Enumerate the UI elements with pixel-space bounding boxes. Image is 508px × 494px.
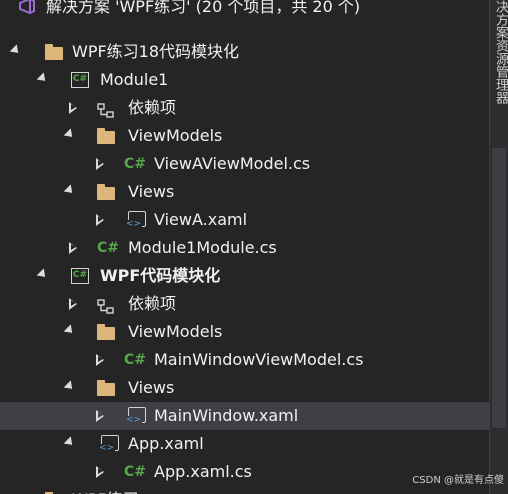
tree-item-label: App.xaml.cs [154, 462, 252, 481]
solution-explorer-side-tab[interactable]: 决方案资源管理器 [489, 0, 508, 494]
scrollbar[interactable] [492, 148, 506, 428]
tree-item-label: ViewModels [128, 322, 223, 341]
file-node-cs[interactable]: C# Module1Module.cs [0, 234, 490, 262]
side-tab-label: 决方案资源管理器 [493, 0, 508, 104]
xaml-file-icon [125, 407, 146, 425]
tree-item-label: Views [128, 378, 175, 397]
csproj-icon: C# [71, 72, 89, 88]
tree-item-label: ViewAViewModel.cs [154, 154, 311, 173]
tree-item-label: Module1 [100, 70, 169, 89]
collapse-arrow-icon[interactable] [62, 122, 76, 150]
collapse-arrow-icon[interactable] [62, 178, 76, 206]
collapse-arrow-icon[interactable] [35, 262, 49, 290]
csharp-file-icon: C# [124, 464, 147, 480]
tree-item-label: MainWindow.xaml [154, 406, 299, 425]
folder-node-viewmodels[interactable]: ViewModels [0, 318, 490, 346]
xaml-file-icon [125, 211, 146, 229]
xaml-file-icon [98, 435, 119, 453]
project-node-wpf[interactable]: WPF练习 [0, 486, 490, 494]
dependencies-node[interactable]: 依赖项 [0, 290, 490, 318]
csproj-icon: C# [71, 268, 89, 284]
tree-item-label: 依赖项 [128, 98, 177, 117]
solution-label: 解决方案 'WPF练习' (20 个项目，共 20 个) [46, 0, 361, 16]
tree-item-label: App.xaml [128, 434, 204, 453]
file-node-xaml[interactable]: App.xaml [0, 430, 490, 458]
expand-arrow-icon[interactable] [89, 150, 104, 178]
solution-icon [18, 0, 36, 15]
watermark: CSDN @就是有点傻 [412, 475, 504, 486]
csharp-file-icon: C# [124, 352, 147, 368]
folder-icon [97, 128, 115, 144]
expand-arrow-icon[interactable] [89, 346, 104, 374]
tree-item-label: WPF练习18代码模块化 [72, 42, 240, 61]
folder-node-viewmodels[interactable]: ViewModels [0, 122, 490, 150]
folder-node-views[interactable]: Views [0, 178, 490, 206]
folder-icon [45, 44, 63, 60]
tree-item-label: ViewModels [128, 126, 223, 145]
folder-node-views[interactable]: Views [0, 374, 490, 402]
project-node-module1[interactable]: C# Module1 [0, 66, 490, 94]
expand-arrow-icon[interactable] [89, 206, 104, 234]
tree-item-label: ViewA.xaml [154, 210, 248, 229]
collapse-arrow-icon[interactable] [35, 66, 49, 94]
tree-item-label: Module1Module.cs [128, 238, 277, 257]
expand-arrow-icon[interactable] [62, 234, 77, 262]
tree-item-label: 依赖项 [128, 294, 177, 313]
collapse-arrow-icon[interactable] [62, 430, 76, 458]
file-node-cs[interactable]: C# ViewAViewModel.cs [0, 150, 490, 178]
tree-item-label: WPF练习 [72, 486, 139, 494]
tree-item-label: WPF代码模块化 [100, 266, 221, 285]
expand-arrow-icon[interactable] [62, 290, 77, 318]
expand-arrow-icon[interactable] [8, 486, 22, 494]
collapse-arrow-icon[interactable] [8, 38, 22, 66]
dependencies-node[interactable]: 依赖项 [0, 94, 490, 122]
collapse-arrow-icon[interactable] [62, 374, 76, 402]
solution-node[interactable]: 解决方案 'WPF练习' (20 个项目，共 20 个) [0, 0, 490, 18]
csharp-file-icon: C# [124, 156, 147, 172]
tree-item-label: Views [128, 182, 175, 201]
folder-icon [97, 324, 115, 340]
tree-item-label: MainWindowViewModel.cs [154, 350, 364, 369]
csharp-file-icon: C# [97, 240, 120, 256]
project-node-wpf18[interactable]: WPF练习18代码模块化 [0, 38, 490, 66]
solution-explorer-tree[interactable]: 解决方案 'WPF练习' (20 个项目，共 20 个) WPF练习18代码模块… [0, 0, 490, 494]
expand-arrow-icon[interactable] [89, 458, 104, 486]
expand-arrow-icon[interactable] [62, 94, 77, 122]
expand-arrow-icon[interactable] [89, 402, 104, 430]
project-node-wpf-modular[interactable]: C# WPF代码模块化 [0, 262, 490, 290]
collapse-arrow-icon[interactable] [62, 318, 76, 346]
dependencies-icon [97, 296, 115, 314]
file-node-xaml[interactable]: ViewA.xaml [0, 206, 490, 234]
folder-icon [97, 184, 115, 200]
folder-icon [97, 380, 115, 396]
file-node-cs[interactable]: C# MainWindowViewModel.cs [0, 346, 490, 374]
dependencies-icon [97, 100, 115, 118]
file-node-xaml-selected[interactable]: MainWindow.xaml [0, 402, 490, 430]
